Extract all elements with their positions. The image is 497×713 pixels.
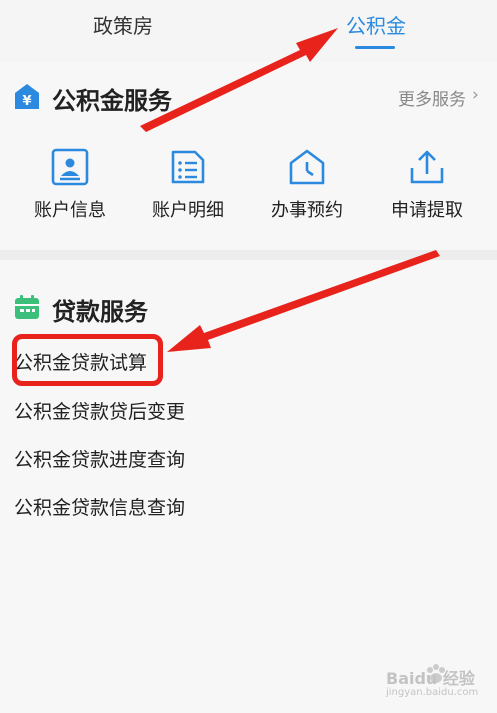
arrow-to-loan-calculator	[167, 250, 440, 352]
watermark-brand: Baidu 经验	[386, 669, 475, 688]
annotation-arrows	[140, 28, 440, 352]
arrow-to-fund-tab	[140, 28, 338, 132]
watermark-url: jingyan.baidu.com	[386, 687, 479, 698]
baidu-watermark: Baidu 经验 jingyan.baidu.com	[384, 662, 494, 707]
